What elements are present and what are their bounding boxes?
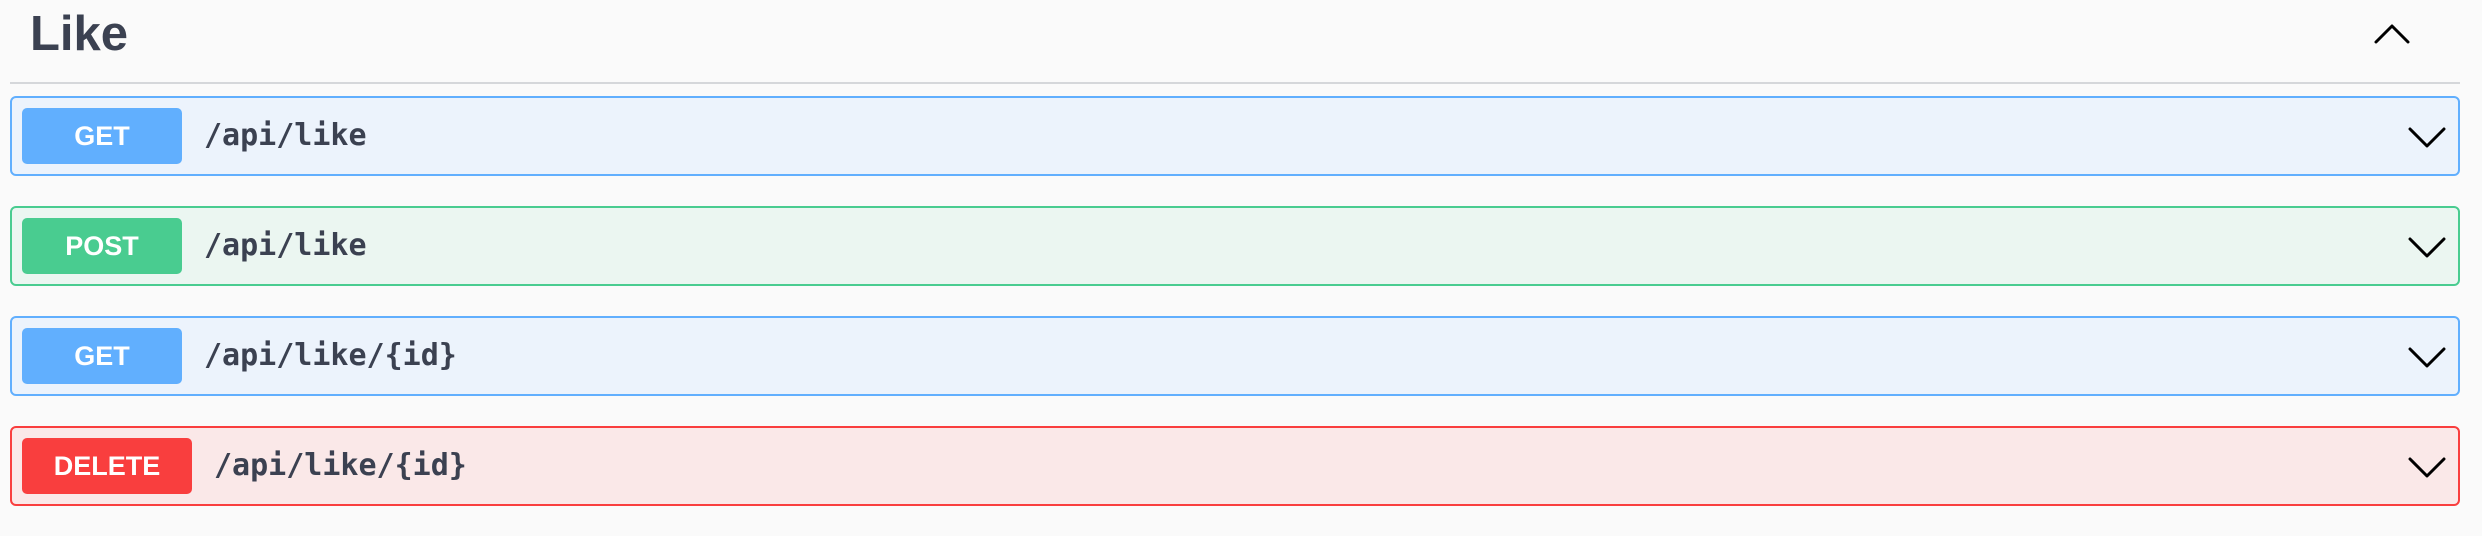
operation-path[interactable]: /api/like/{id}: [204, 328, 457, 384]
chevron-down-icon: [2408, 347, 2446, 368]
collapse-button[interactable]: [2368, 10, 2416, 58]
tag-title[interactable]: Like: [30, 4, 128, 64]
expand-button[interactable]: [2404, 224, 2450, 270]
operation-get-api-like-id[interactable]: GET /api/like/{id}: [10, 316, 2460, 396]
method-badge[interactable]: POST: [22, 218, 182, 274]
like-tag-section: Like GET /api/like POST /api/like GET /a…: [0, 0, 2482, 536]
chevron-up-icon: [2374, 24, 2410, 44]
method-badge[interactable]: GET: [22, 108, 182, 164]
method-badge[interactable]: DELETE: [22, 438, 192, 494]
method-badge[interactable]: GET: [22, 328, 182, 384]
operation-delete-api-like-id[interactable]: DELETE /api/like/{id}: [10, 426, 2460, 506]
operation-get-api-like[interactable]: GET /api/like: [10, 96, 2460, 176]
operation-path[interactable]: /api/like: [204, 108, 367, 164]
expand-button[interactable]: [2404, 444, 2450, 490]
operation-post-api-like[interactable]: POST /api/like: [10, 206, 2460, 286]
chevron-down-icon: [2408, 237, 2446, 258]
operation-path[interactable]: /api/like: [204, 218, 367, 274]
chevron-down-icon: [2408, 457, 2446, 478]
operation-path[interactable]: /api/like/{id}: [214, 438, 467, 494]
chevron-down-icon: [2408, 127, 2446, 148]
expand-button[interactable]: [2404, 114, 2450, 160]
expand-button[interactable]: [2404, 334, 2450, 380]
tag-header[interactable]: Like: [10, 0, 2460, 84]
